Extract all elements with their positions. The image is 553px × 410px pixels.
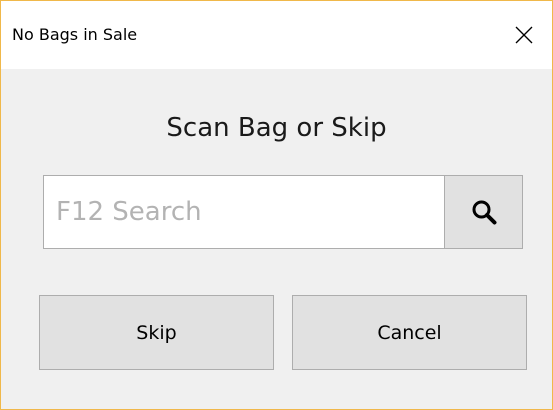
search-icon bbox=[472, 200, 496, 225]
close-button[interactable] bbox=[496, 1, 552, 69]
close-icon bbox=[515, 26, 533, 44]
window-title: No Bags in Sale bbox=[12, 25, 138, 44]
search-button[interactable] bbox=[444, 175, 523, 249]
skip-button[interactable]: Skip bbox=[39, 295, 274, 370]
dialog-window: No Bags in Sale Scan Bag or Skip Skip Ca… bbox=[0, 0, 553, 410]
search-input[interactable] bbox=[43, 175, 445, 249]
cancel-button[interactable]: Cancel bbox=[292, 295, 527, 370]
title-bar: No Bags in Sale bbox=[1, 1, 552, 69]
dialog-content: Scan Bag or Skip Skip Cancel bbox=[1, 69, 552, 409]
dialog-heading: Scan Bag or Skip bbox=[166, 113, 387, 143]
